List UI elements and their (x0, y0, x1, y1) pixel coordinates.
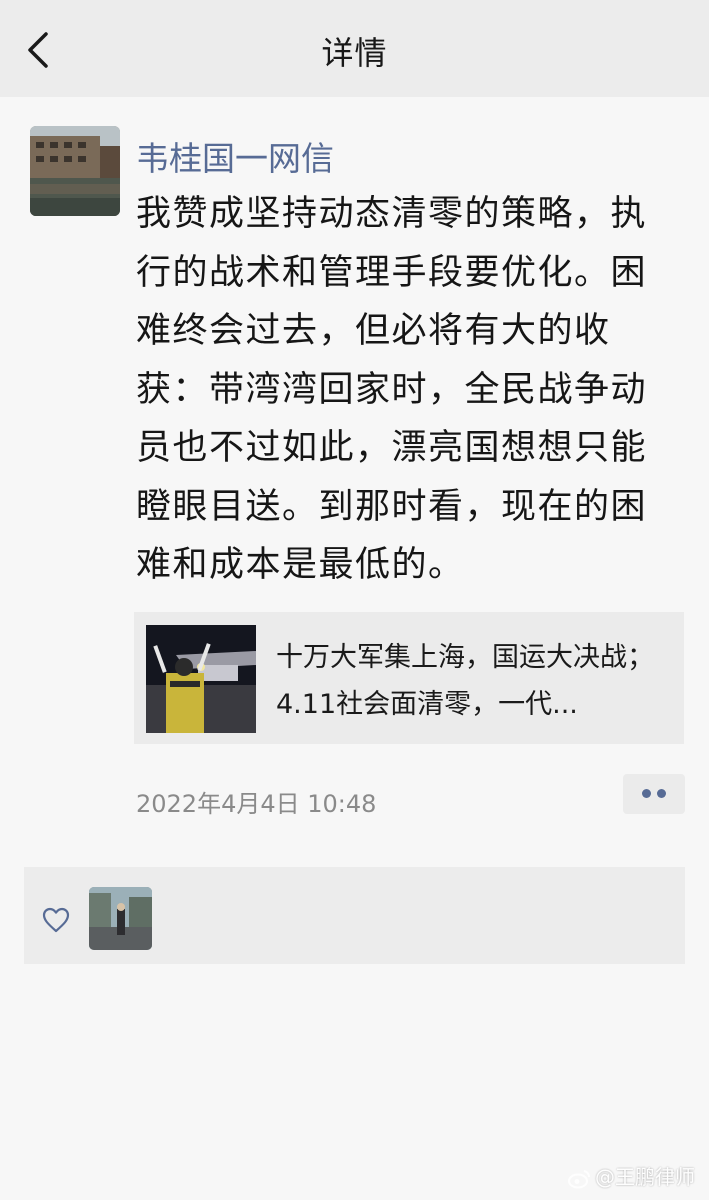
nav-bar: 详情 (0, 0, 709, 97)
page-title: 详情 (321, 34, 388, 72)
more-dot-icon (657, 789, 666, 798)
shared-article-card[interactable]: 十万大军集上海，国运大决战；4.11社会面清零，一代... (134, 612, 684, 744)
post-timestamp: 2022年4月4日 10:48 (136, 790, 377, 818)
likes-panel (24, 867, 685, 964)
post-text: 我赞成坚持动态清零的策略，执行的战术和管理手段要优化。困难终会过去，但必将有大的… (136, 194, 648, 585)
author-avatar[interactable] (30, 126, 120, 216)
weibo-logo-icon (568, 1169, 591, 1188)
heart-icon (42, 907, 70, 933)
watermark-text: @王鹏律师 (595, 1165, 695, 1189)
post-detail: 韦桂国一网信 我赞成坚持动态清零的策略，执行的战术和管理手段要优化。困难终会过去… (0, 97, 709, 1200)
liker-avatar[interactable] (89, 887, 152, 950)
author-name-link[interactable]: 韦桂国一网信 (136, 132, 334, 180)
more-options-button[interactable] (623, 774, 685, 814)
article-thumbnail (146, 625, 256, 733)
article-title: 十万大军集上海，国运大决战；4.11社会面清零，一代... (276, 642, 654, 720)
more-dot-icon (642, 789, 651, 798)
weibo-watermark: @王鹏律师 (567, 1161, 695, 1190)
